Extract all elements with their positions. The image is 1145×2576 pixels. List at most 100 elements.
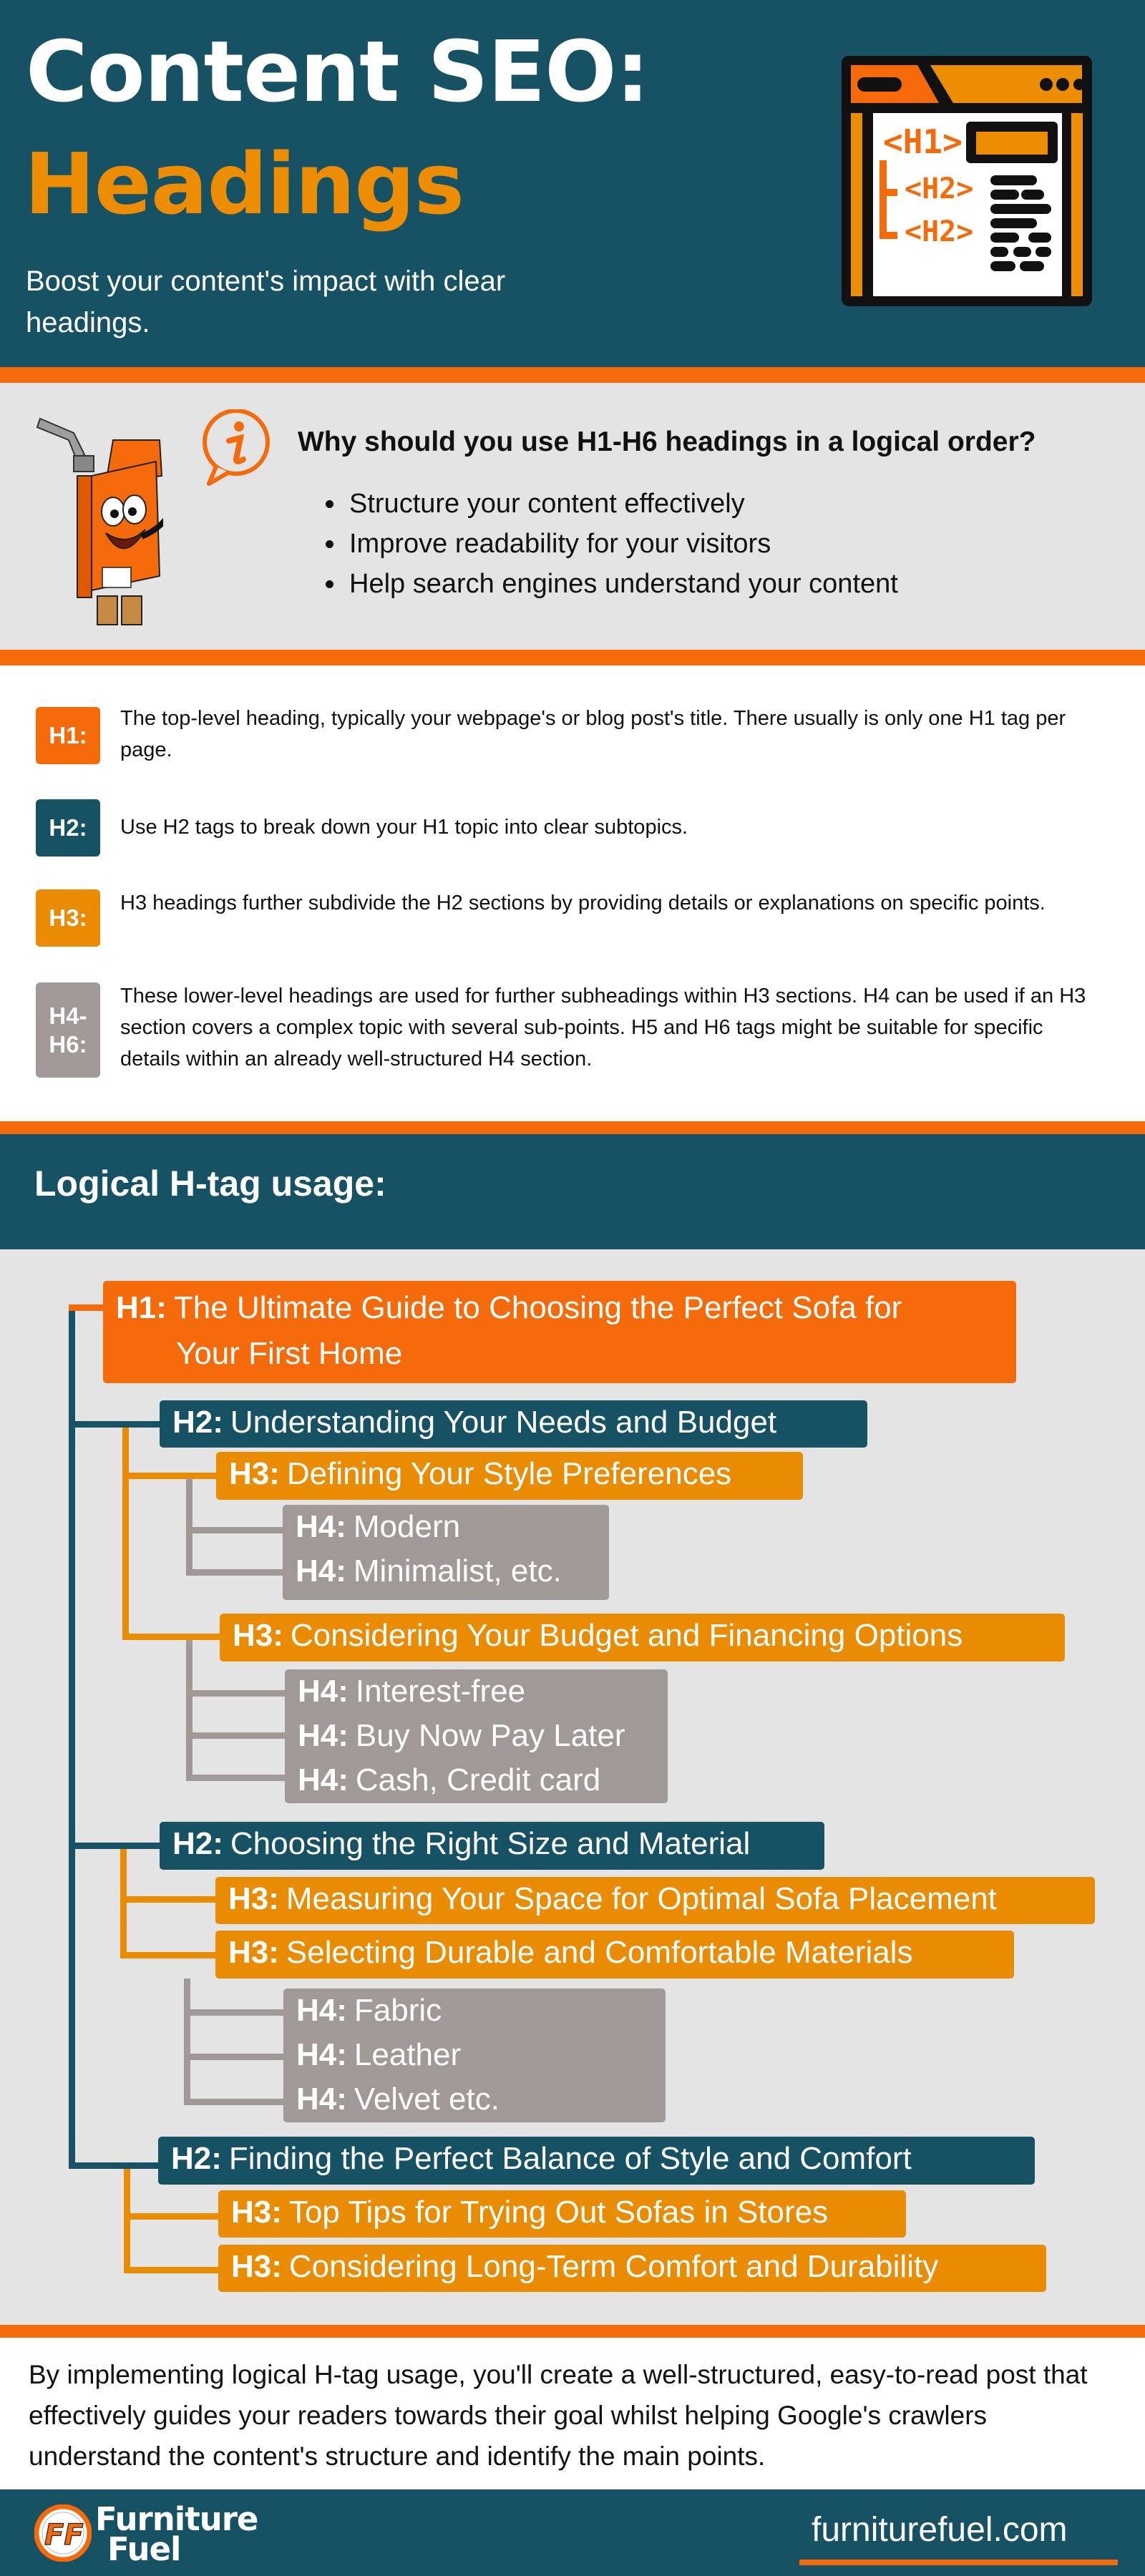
divider-stripe: [0, 650, 1145, 665]
tree-node-h3: H3: Measuring Your Space for Optimal Sofa…: [215, 1877, 1095, 1924]
node-tag: H4:: [296, 2037, 347, 2072]
divider-stripe: [0, 1121, 1145, 1134]
node-tag: H4:: [298, 1674, 349, 1709]
node-tag: H3:: [231, 2195, 282, 2230]
website-link[interactable]: furniturefuel.com: [812, 2510, 1068, 2550]
tree-node-h4-group: H4: Fabric H4: Leather H4: Velvet etc.: [283, 1989, 666, 2122]
node-tag: H3:: [233, 1618, 283, 1653]
node-text: Measuring Your Space for Optimal Sofa Pl…: [286, 1881, 997, 1916]
tree-node-h4-group: H4: Interest-free H4: Buy Now Pay Later H4…: [285, 1669, 668, 1803]
connector-trunk-h2: [69, 1311, 75, 2169]
node-text: Fabric: [354, 1993, 442, 2028]
divider-stripe: [0, 2325, 1145, 2338]
connector: [186, 1690, 286, 1697]
connector: [122, 1634, 220, 1640]
node-tag: H3:: [228, 1935, 279, 1970]
divider-stripe: [0, 367, 1145, 383]
h2-tag-glyph: <H2>: [905, 215, 973, 248]
node-tag: H3:: [229, 1456, 280, 1491]
logo-mark: FF: [44, 2519, 84, 2552]
svg-text:<H1>: <H1>: [883, 122, 963, 161]
tree-node-h1: H1: The Ultimate Guide to Choosing the Pe…: [103, 1281, 1016, 1383]
connector: [184, 2054, 284, 2060]
node-text: Understanding Your Needs and Budget: [230, 1405, 777, 1440]
why-bullet: Improve readability for your visitors: [346, 524, 898, 564]
connector-trunk-h4: [186, 1640, 193, 1781]
why-bullet: Structure your content effectively: [346, 484, 898, 524]
node-text: Cash, Credit card: [355, 1762, 601, 1797]
node-text-cont: Your First Home: [176, 1336, 403, 1371]
tree-node-h3: H3: Defining Your Style Preferences: [216, 1452, 803, 1500]
node-tag: H4:: [296, 2082, 347, 2117]
legend-tag-h4-h6: H4-H6:: [36, 982, 100, 1078]
tree-node-h2: H2: Finding the Perfect Balance of Style …: [158, 2137, 1035, 2185]
connector-trunk-h3: [122, 1428, 129, 1640]
page-subtitle: Boost your content's impact with clear h…: [26, 265, 506, 338]
legend-tag-h3: H3:: [36, 889, 100, 947]
connector: [120, 1952, 216, 1958]
node-text: Top Tips for Trying Out Sofas in Stores: [288, 2195, 829, 2230]
logical-title: Logical H-tag usage:: [34, 1163, 386, 1204]
connector: [69, 1843, 160, 1849]
legend-desc-h2: Use H2 tags to break down your H1 topic …: [120, 816, 688, 839]
node-tag: H2:: [171, 2141, 222, 2176]
node-tag: H4:: [296, 1509, 346, 1544]
why-bullet: Help search engines understand your cont…: [346, 564, 898, 604]
page-title: Content SEO:: [26, 22, 650, 121]
node-tag: H4:: [298, 1762, 349, 1797]
info-icon: [203, 409, 270, 486]
tree-node-h3: H3: Top Tips for Trying Out Sofas in Stor…: [218, 2190, 906, 2238]
logo-text[interactable]: Fuel: [107, 2533, 181, 2566]
tree-node-h3: H3: Considering Long-Term Comfort and Dur…: [218, 2245, 1046, 2292]
connector: [122, 1473, 217, 1479]
connector: [69, 1304, 104, 1311]
node-text: Considering Long-Term Comfort and Durabi…: [288, 2249, 939, 2284]
connector-trunk-h3: [120, 1849, 127, 1958]
connector: [186, 1569, 283, 1576]
legend-tag-h1: H1:: [36, 707, 100, 764]
node-tag: H2:: [172, 1405, 223, 1440]
tree-node-h4-group: H4: Modern H4: Minimalist, etc.: [283, 1505, 609, 1600]
node-text: Minimalist, etc.: [353, 1553, 562, 1589]
tree-node-h2: H2: Understanding Your Needs and Budget: [160, 1400, 867, 1448]
node-text: Defining Your Style Preferences: [286, 1456, 732, 1491]
why-list: Structure your content effectively Impro…: [315, 484, 898, 604]
node-tag: H1:: [116, 1290, 167, 1325]
node-tag: H4:: [296, 1553, 346, 1589]
node-text: Choosing the Right Size and Material: [230, 1826, 751, 1861]
furniture-fuel-logo-icon[interactable]: FF: [34, 2504, 92, 2562]
node-tag: H3:: [231, 2249, 282, 2284]
connector: [124, 2213, 219, 2220]
link-underline: [799, 2560, 1118, 2565]
connector: [186, 1527, 283, 1533]
connector-trunk-h3: [124, 2169, 130, 2273]
legend-desc-h3: H3 headings further subdivide the H2 sec…: [120, 892, 1046, 914]
node-tag: H4:: [298, 1718, 349, 1753]
connector: [120, 1896, 216, 1903]
node-text: Leather: [354, 2037, 462, 2072]
h1-tag-glyph: <H1>: [883, 122, 963, 161]
node-text: Buy Now Pay Later: [355, 1718, 625, 1753]
legend-tag-h2: H2:: [36, 799, 100, 857]
node-text: Selecting Durable and Comfortable Materi…: [286, 1935, 913, 1970]
legend-desc-h4-h6: These lower-level headings are used for …: [120, 985, 1086, 1070]
h2-tag-glyph: <H2>: [905, 172, 973, 205]
tree-node-h2: H2: Choosing the Right Size and Material: [160, 1822, 824, 1870]
connector: [186, 1775, 286, 1781]
node-text: Velvet etc.: [354, 2082, 500, 2117]
connector-trunk-h4: [184, 1979, 190, 2105]
node-tag: H2:: [172, 1826, 223, 1861]
connector: [69, 2162, 159, 2169]
conclusion-text: By implementing logical H-tag usage, you…: [29, 2360, 1088, 2471]
node-text: Interest-free: [355, 1674, 526, 1709]
node-text: Considering Your Budget and Financing Op…: [290, 1618, 963, 1653]
tree-node-h3: H3: Considering Your Budget and Financing…: [220, 1614, 1065, 1662]
connector: [184, 2009, 284, 2016]
page-title-accent: Headings: [24, 135, 464, 233]
node-tag: H3:: [228, 1881, 279, 1916]
fuel-can-mascot: [36, 417, 163, 625]
why-title: Why should you use H1-H6 headings in a l…: [298, 426, 1036, 457]
connector: [69, 1421, 160, 1428]
node-text: Finding the Perfect Balance of Style and…: [228, 2141, 912, 2176]
node-tag: H4:: [296, 1993, 347, 2028]
